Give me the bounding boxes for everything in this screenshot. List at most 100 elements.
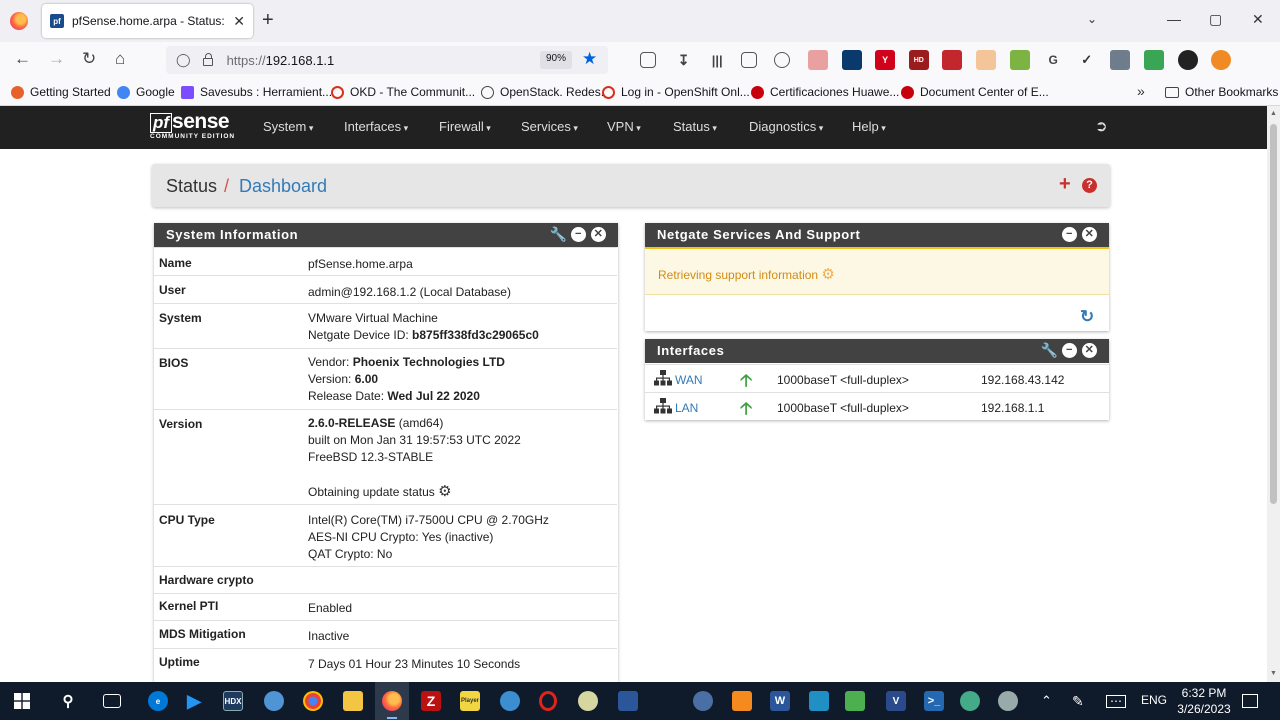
chrome-icon[interactable] xyxy=(303,691,323,711)
menu-vpn[interactable]: VPN xyxy=(607,119,641,134)
other-bookmarks[interactable]: Other Bookmarks xyxy=(1165,85,1278,99)
list-all-tabs-icon[interactable]: ⌄ xyxy=(1087,12,1097,26)
refresh-icon[interactable]: ↻ xyxy=(1080,307,1094,327)
new-tab-icon[interactable]: + xyxy=(262,10,274,30)
breadcrumb-status[interactable]: Status / xyxy=(166,176,235,197)
pfsense-logo[interactable]: pf sense COMMUNITY EDITION xyxy=(150,110,235,140)
browser-tab-active[interactable]: pf pfSense.home.arpa - Status: Dashboard… xyxy=(42,4,253,38)
logout-icon[interactable]: ➲ xyxy=(1095,117,1108,135)
player-icon[interactable]: Player xyxy=(460,691,480,711)
library-icon[interactable]: ||| xyxy=(707,50,727,70)
bookmark-star-icon[interactable]: ★ xyxy=(582,49,597,69)
app-icon-9[interactable] xyxy=(998,691,1018,711)
url-text[interactable]: https://192.168.1.1 xyxy=(227,53,335,68)
scroll-down-icon[interactable]: ▼ xyxy=(1270,670,1277,677)
filezilla-icon[interactable]: Z xyxy=(421,691,441,711)
extension-2-icon[interactable] xyxy=(841,50,862,70)
bookmark-item[interactable]: Log in - OpenShift Onl... xyxy=(602,85,750,99)
page-scrollbar[interactable]: ▲ ▼ xyxy=(1267,106,1280,682)
reload-icon[interactable]: ↻ xyxy=(82,50,96,68)
menu-firewall[interactable]: Firewall xyxy=(439,119,491,134)
back-icon[interactable]: ← xyxy=(14,50,31,68)
app-icon-7[interactable] xyxy=(845,691,865,711)
bookmark-item[interactable]: OpenStack. Redes. xyxy=(481,85,604,99)
edge-icon[interactable]: e xyxy=(148,691,168,711)
hdx-icon[interactable]: HDX xyxy=(223,691,243,711)
interface-name[interactable]: LAN xyxy=(675,401,698,415)
bookmark-item[interactable]: OKD - The Communit... xyxy=(331,85,475,99)
extension-6-icon[interactable]: ✓ xyxy=(1077,50,1097,70)
bookmark-item[interactable]: Document Center of E... xyxy=(901,85,1049,99)
interface-name[interactable]: WAN xyxy=(675,373,703,387)
menu-diagnostics[interactable]: Diagnostics xyxy=(749,119,823,134)
downloads-icon[interactable]: ↧ xyxy=(674,50,694,70)
maximize-icon[interactable]: ▢ xyxy=(1209,11,1222,28)
minimize-panel-icon[interactable]: − xyxy=(1062,227,1077,242)
powershell-icon[interactable]: >_ xyxy=(924,691,944,711)
scrollbar-thumb[interactable] xyxy=(1270,124,1277,504)
close-window-icon[interactable]: ✕ xyxy=(1252,11,1264,28)
menu-services[interactable]: Services xyxy=(521,119,578,134)
address-bar[interactable]: ◯ https://192.168.1.1 90% ★ xyxy=(166,46,608,74)
breadcrumb-dashboard[interactable]: Dashboard xyxy=(239,176,327,197)
scroll-up-icon[interactable]: ▲ xyxy=(1270,110,1277,117)
opera-icon[interactable] xyxy=(539,691,557,711)
pdf-icon[interactable] xyxy=(942,50,963,70)
bookmark-item[interactable]: Getting Started xyxy=(11,85,111,99)
notifications-icon[interactable] xyxy=(1242,694,1258,708)
app-icon-8[interactable] xyxy=(960,691,980,711)
extension-9-icon[interactable] xyxy=(1211,50,1232,70)
add-widget-icon[interactable]: + xyxy=(1059,173,1071,196)
save-app-icon[interactable] xyxy=(618,691,638,711)
wrench-icon[interactable]: 🔧 xyxy=(1040,343,1057,358)
file-explorer-icon[interactable] xyxy=(343,691,363,711)
close-panel-icon[interactable]: ✕ xyxy=(1082,343,1097,358)
lock-icon[interactable] xyxy=(202,53,213,66)
menu-status[interactable]: Status xyxy=(673,119,717,134)
minimize-panel-icon[interactable]: − xyxy=(1062,343,1077,358)
app-icon-3[interactable] xyxy=(578,691,598,711)
firefox-taskbar-icon[interactable] xyxy=(382,691,402,711)
extension-off-icon[interactable] xyxy=(1110,50,1131,70)
close-panel-icon[interactable]: ✕ xyxy=(1082,227,1097,242)
task-view-icon[interactable] xyxy=(103,694,121,708)
home-icon[interactable]: ⌂ xyxy=(115,50,125,68)
bookmark-item[interactable]: Savesubs : Herramient... xyxy=(181,85,332,99)
app-icon-4[interactable] xyxy=(693,691,713,711)
pocket-icon[interactable] xyxy=(640,52,656,68)
extension-3-icon[interactable] xyxy=(975,50,996,70)
extension-7-icon[interactable] xyxy=(1143,50,1164,70)
close-tab-icon[interactable]: ✕ xyxy=(233,13,245,30)
media-player-icon[interactable]: ▶ xyxy=(184,691,204,711)
yandex-icon[interactable]: Y xyxy=(875,50,896,70)
download-manager-icon[interactable] xyxy=(774,52,791,68)
minimize-panel-icon[interactable]: − xyxy=(571,227,586,242)
visio-icon[interactable]: V xyxy=(886,691,906,711)
sidebar-icon[interactable] xyxy=(740,52,757,68)
help-icon[interactable]: ? xyxy=(1082,178,1097,193)
pen-icon[interactable]: ✎ xyxy=(1072,693,1084,710)
hd-icon[interactable]: HD xyxy=(908,50,929,70)
clock[interactable]: 6:32 PM 3/26/2023 xyxy=(1174,685,1234,717)
windows-start-icon[interactable] xyxy=(14,693,30,709)
forward-icon[interactable]: → xyxy=(48,50,65,68)
menu-system[interactable]: System xyxy=(263,119,313,134)
app-icon-6[interactable] xyxy=(809,691,829,711)
app-icon-5[interactable] xyxy=(732,691,752,711)
extension-8-icon[interactable] xyxy=(1177,50,1198,70)
bookmarks-overflow-icon[interactable]: » xyxy=(1137,83,1145,99)
bookmark-item[interactable]: Google xyxy=(117,85,175,99)
extension-5-icon[interactable]: G xyxy=(1043,50,1063,70)
word-icon[interactable]: W xyxy=(770,691,790,711)
app-icon[interactable] xyxy=(264,691,284,711)
tracking-protection-icon[interactable]: ◯ xyxy=(176,52,191,68)
app-icon-2[interactable] xyxy=(500,691,520,711)
firefox-icon[interactable] xyxy=(10,12,28,30)
bookmark-item[interactable]: Certificaciones Huawe... xyxy=(751,85,899,99)
zoom-level[interactable]: 90% xyxy=(540,51,573,69)
minimize-icon[interactable]: — xyxy=(1167,11,1181,27)
menu-help[interactable]: Help xyxy=(852,119,886,134)
show-hidden-icons-icon[interactable]: ⌃ xyxy=(1041,693,1052,709)
keyboard-icon[interactable]: ⋯ xyxy=(1106,695,1126,708)
extension-1-icon[interactable] xyxy=(807,50,828,70)
